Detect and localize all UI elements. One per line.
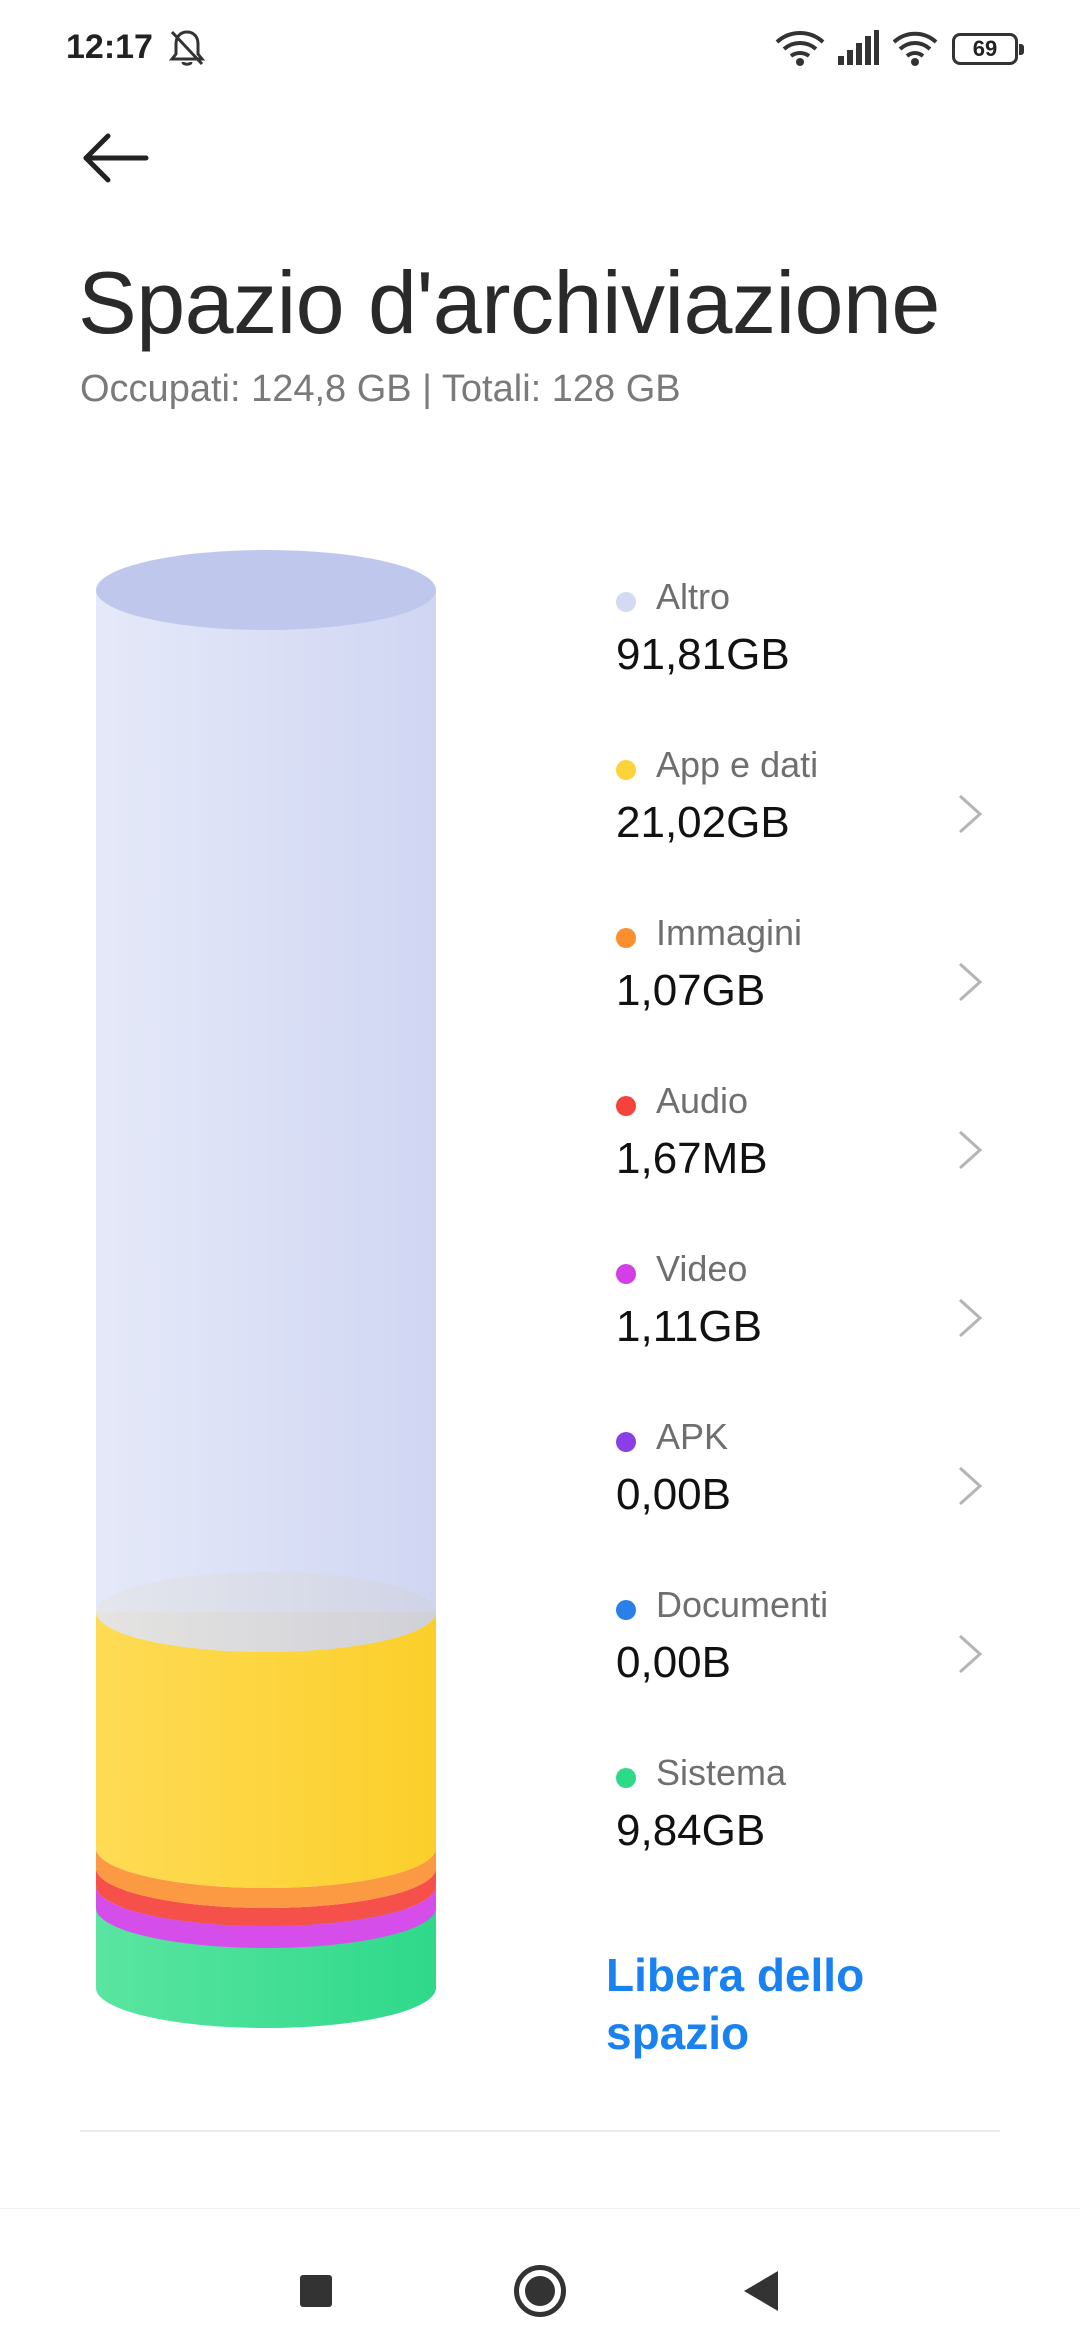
legend-label: Sistema	[656, 1752, 787, 1793]
legend-value: 0,00B	[616, 1638, 731, 1687]
legend-label: Video	[656, 1248, 748, 1289]
battery-icon: 69	[952, 33, 1024, 65]
legend-item-audio[interactable]: Audio 1,67MB	[616, 1078, 1016, 1246]
segment-app-e-dati	[96, 1612, 436, 1888]
legend-item-documenti[interactable]: Documenti 0,00B	[616, 1582, 1016, 1750]
page-title: Spazio d'archiviazione	[78, 253, 940, 352]
legend-dot	[616, 928, 636, 948]
legend-dot	[616, 592, 636, 612]
legend-label: Immagini	[656, 912, 803, 953]
battery-level: 69	[972, 36, 998, 61]
legend-value: 1,67MB	[616, 1134, 768, 1183]
status-bar: 12:17 69	[0, 0, 1080, 100]
legend-value: 0,00B	[616, 1470, 731, 1519]
legend-dot	[616, 760, 636, 780]
legend-label: Documenti	[656, 1584, 829, 1625]
chevron-right-icon[interactable]	[952, 958, 988, 1006]
legend-item-sistema: Sistema 9,84GB	[616, 1750, 1016, 1918]
recents-square-icon[interactable]	[300, 2275, 332, 2307]
segment-altro	[96, 590, 436, 1652]
legend-value: 21,02GB	[616, 798, 790, 847]
storage-legend: Altro 91,81GB App e dati 21,02GB Immagin…	[616, 574, 1016, 1918]
status-time: 12:17	[66, 28, 153, 66]
bell-off-icon	[168, 30, 206, 66]
wifi-icon	[775, 31, 825, 66]
legend-item-video[interactable]: Video 1,11GB	[616, 1246, 1016, 1414]
home-circle-icon[interactable]	[514, 2265, 566, 2317]
legend-label: Audio	[656, 1080, 749, 1121]
cylinder-top	[96, 550, 436, 630]
chevron-right-icon[interactable]	[952, 1126, 988, 1174]
legend-item-altro: Altro 91,81GB	[616, 574, 1016, 742]
legend-label: App e dati	[656, 744, 819, 785]
free-space-button[interactable]: Libera dello spazio	[606, 1946, 926, 2062]
legend-dot	[616, 1768, 636, 1788]
storage-summary: Occupati: 124,8 GB | Totali: 128 GB	[80, 368, 681, 410]
legend-item-apk[interactable]: APK 0,00B	[616, 1414, 1016, 1582]
back-triangle-icon[interactable]	[744, 2271, 778, 2311]
legend-value: 1,11GB	[616, 1302, 762, 1351]
legend-value: 9,84GB	[616, 1806, 766, 1855]
legend-label: Altro	[656, 576, 731, 617]
chevron-right-icon[interactable]	[952, 1630, 988, 1678]
chevron-right-icon[interactable]	[952, 1462, 988, 1510]
divider	[80, 2130, 1000, 2132]
storage-cylinder-chart	[96, 550, 436, 2028]
legend-dot	[616, 1600, 636, 1620]
legend-dot	[616, 1264, 636, 1284]
legend-dot	[616, 1432, 636, 1452]
chevron-right-icon[interactable]	[952, 790, 988, 838]
chevron-right-icon[interactable]	[952, 1294, 988, 1342]
legend-label: APK	[656, 1416, 729, 1457]
legend-dot	[616, 1096, 636, 1116]
system-nav-bar	[0, 2208, 1080, 2340]
legend-value: 91,81GB	[616, 630, 790, 679]
legend-item-immagini[interactable]: Immagini 1,07GB	[616, 910, 1016, 1078]
arrow-left-icon[interactable]	[78, 128, 154, 188]
legend-item-app-e-dati[interactable]: App e dati 21,02GB	[616, 742, 1016, 910]
legend-value: 1,07GB	[616, 966, 766, 1015]
wifi-icon	[892, 31, 938, 66]
signal-icon	[838, 30, 879, 65]
